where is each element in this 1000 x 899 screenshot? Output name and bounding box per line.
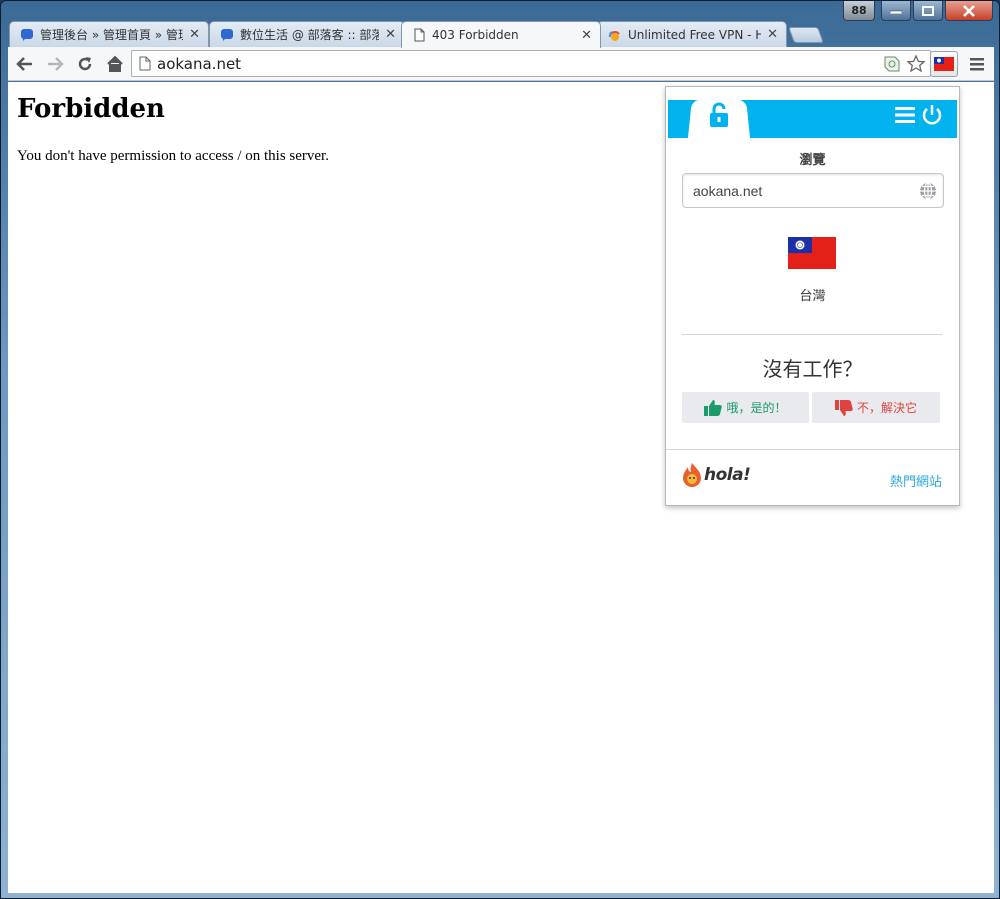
tab-count-badge[interactable]: 88 (843, 1, 875, 21)
browse-label: 瀏覽 (799, 153, 826, 168)
globe-icon[interactable] (919, 182, 937, 200)
hola-menu-icon[interactable] (895, 105, 915, 125)
reload-icon (78, 56, 92, 70)
new-tab-button[interactable] (788, 27, 824, 43)
yes-working-button[interactable]: 哦，是的！ (682, 392, 809, 423)
address-bar[interactable]: aokana.net (131, 50, 931, 77)
toolbar: aokana.net (8, 47, 994, 81)
back-arrow-icon (16, 56, 32, 71)
close-window-button[interactable] (945, 1, 993, 21)
hola-header (668, 99, 957, 140)
browser-window: 88 管理後台 » 管理首頁 » 管理 ✕ 數位生活 @ 部落客 :: 部落 ✕… (0, 0, 1000, 899)
power-icon[interactable] (921, 104, 943, 126)
hamburger-menu-icon (970, 58, 984, 71)
taiwan-flag-icon (934, 57, 954, 71)
tab-digital-life[interactable]: 數位生活 @ 部落客 :: 部落 ✕ (209, 21, 405, 47)
reload-button[interactable] (72, 51, 98, 77)
back-button[interactable] (12, 51, 38, 77)
page-heading: Forbidden (17, 94, 165, 124)
tab-strip: 管理後台 » 管理首頁 » 管理 ✕ 數位生活 @ 部落客 :: 部落 ✕ 40… (9, 21, 999, 48)
tab-title: 403 Forbidden (432, 28, 519, 42)
browser-menu-button[interactable] (966, 53, 988, 75)
divider (666, 449, 959, 450)
site-input-value: aokana.net (693, 182, 763, 199)
forward-arrow-icon (48, 56, 64, 71)
omnibox-actions (882, 54, 926, 74)
minimize-button[interactable] (881, 1, 911, 21)
tab-admin[interactable]: 管理後台 » 管理首頁 » 管理 ✕ (9, 21, 209, 47)
not-working-question: 沒有工作？ (762, 357, 863, 381)
tab-title: Unlimited Free VPN - Ho (628, 27, 762, 42)
tab-title: 數位生活 @ 部落客 :: 部落 (240, 28, 380, 42)
error-message: You don't have permission to access / on… (17, 148, 329, 164)
hola-icon (608, 30, 620, 41)
country-label: 台灣 (799, 289, 826, 304)
window-caption-buttons: 88 (843, 1, 993, 21)
popular-sites-link[interactable]: 熱門網站 (890, 471, 942, 490)
tab-close-icon[interactable]: ✕ (581, 28, 592, 43)
home-button[interactable] (102, 51, 128, 77)
yes-label: 哦，是的！ (726, 401, 787, 415)
thumbs-up-icon (704, 399, 723, 416)
hola-popup: 瀏覽 aokana.net 台灣 沒有工作？ 哦，是的！ 不，解決它 hola!… (665, 86, 960, 506)
no-fix-it-button[interactable]: 不，解決它 (812, 392, 940, 423)
page-icon (139, 56, 151, 71)
page-icon (414, 28, 425, 42)
unlock-icon[interactable] (708, 102, 730, 128)
hola-logo[interactable]: hola! (682, 463, 751, 487)
site-input[interactable]: aokana.net (682, 173, 944, 208)
tab-title: 管理後台 » 管理首頁 » 管理 (40, 28, 184, 42)
home-icon (107, 55, 123, 72)
hola-flame-icon (683, 463, 701, 487)
hola-extension-button[interactable] (930, 51, 958, 77)
tab-hola-vpn[interactable]: Unlimited Free VPN - Ho ✕ (597, 21, 787, 47)
no-label: 不，解決它 (856, 401, 917, 415)
tab-close-icon[interactable]: ✕ (189, 27, 200, 42)
tab-close-icon[interactable]: ✕ (385, 27, 396, 42)
url-text[interactable]: aokana.net (157, 55, 241, 73)
translate-icon[interactable] (882, 54, 902, 74)
maximize-icon (922, 5, 934, 16)
blogger-icon (221, 28, 233, 41)
divider (682, 334, 942, 335)
thumbs-down-icon (834, 399, 853, 416)
tab-403-forbidden[interactable]: 403 Forbidden ✕ (401, 21, 601, 48)
hola-brand-text: hola! (704, 465, 751, 485)
blogger-icon (21, 28, 33, 41)
tab-close-icon[interactable]: ✕ (767, 27, 778, 42)
close-icon (963, 4, 975, 17)
maximize-button[interactable] (913, 1, 943, 21)
forward-button[interactable] (42, 51, 68, 77)
bookmark-star-icon[interactable] (906, 54, 926, 74)
minimize-icon (890, 10, 902, 14)
taiwan-flag-icon[interactable] (788, 237, 836, 269)
